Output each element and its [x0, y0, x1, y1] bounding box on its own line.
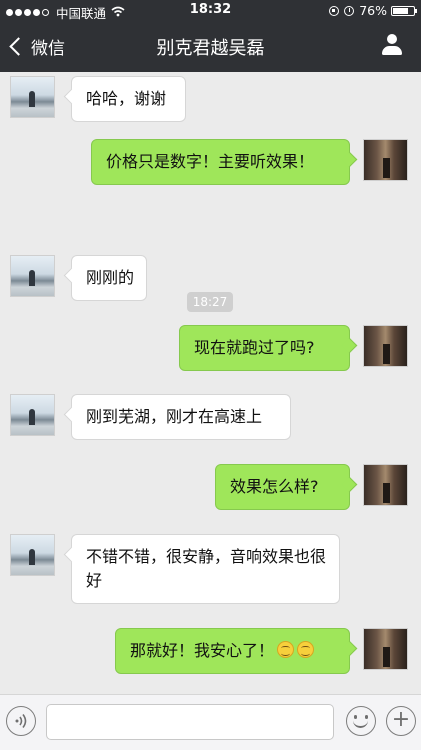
status-bar: 中国联通 18:32 76% [0, 0, 421, 22]
message-bubble-outgoing[interactable]: 现在就跑过了吗? [179, 325, 350, 371]
battery-percent: 76% [359, 3, 387, 18]
message-bubble-outgoing[interactable]: 价格只是数字！主要听效果！ [91, 139, 350, 185]
message-bubble-incoming[interactable]: 刚到芜湖，刚才在高速上 [71, 394, 291, 440]
my-avatar[interactable] [363, 139, 408, 181]
friend-avatar[interactable] [10, 394, 55, 436]
person-icon[interactable] [381, 34, 403, 56]
chat-title: 别克君越吴磊 [156, 38, 265, 59]
message-bubble-incoming[interactable]: 刚刚的 [71, 255, 147, 301]
friend-avatar[interactable] [10, 76, 55, 118]
chat-area[interactable]: 哈哈，谢谢 价格只是数字！主要听效果！ 18:27 刚刚的 现在就跑过了吗? 刚… [0, 72, 421, 694]
friend-avatar[interactable] [10, 534, 55, 576]
message-input[interactable] [46, 704, 334, 740]
input-bar: + [0, 694, 421, 750]
nav-bar: 微信 别克君越吴磊 [0, 22, 421, 72]
message-bubble-incoming[interactable]: 哈哈，谢谢 [71, 76, 186, 122]
voice-icon[interactable] [6, 706, 36, 736]
message-bubble-outgoing[interactable]: 效果怎么样? [215, 464, 350, 510]
message-bubble-incoming[interactable]: 不错不错，很安静，音响效果也很好 [71, 534, 340, 604]
plus-icon[interactable]: + [386, 706, 416, 736]
battery-icon [391, 5, 417, 16]
my-avatar[interactable] [363, 628, 408, 670]
smile-emoji-icon [297, 641, 315, 658]
smile-emoji-icon [277, 641, 295, 658]
top-bar: 中国联通 18:32 76% 微信 别克君越吴磊 [0, 0, 421, 72]
battery-level [393, 7, 408, 14]
emoji-icon[interactable] [346, 706, 376, 736]
my-avatar[interactable] [363, 325, 408, 367]
orientation-lock-icon [329, 5, 340, 16]
time-separator: 18:27 [187, 292, 233, 312]
message-text: 那就好！我安心了！ [130, 641, 275, 660]
friend-avatar[interactable] [10, 255, 55, 297]
my-avatar[interactable] [363, 464, 408, 506]
alarm-icon [344, 5, 355, 16]
message-bubble-outgoing[interactable]: 那就好！我安心了！ [115, 628, 350, 674]
